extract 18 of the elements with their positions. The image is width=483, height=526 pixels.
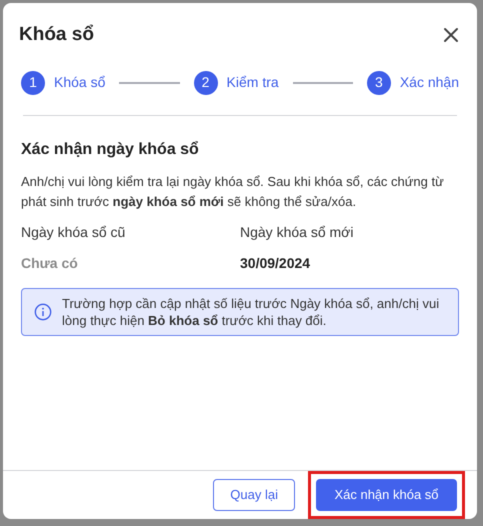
section-heading: Xác nhận ngày khóa sổ	[21, 140, 200, 160]
notice-text: Trường hợp cần cập nhật số liệu trước Ngày khóa sổ, anh/chị vui lòng thực hiện Bỏ khóa sổ trước khi thay đổi.	[62, 294, 440, 328]
step-number: 2	[194, 70, 218, 94]
dialog-title: Khóa sổ	[19, 23, 94, 47]
field-label: Ngày khóa sổ cũ	[21, 222, 126, 242]
step-label[interactable]: Xác nhận	[400, 72, 460, 93]
info-icon	[34, 302, 52, 320]
step-number: 1	[21, 70, 45, 94]
description: Anh/chị vui lòng kiểm tra lại ngày khóa sổ. Sau khi khóa sổ, các chứng từ phát sinh trước ngày khóa sổ mới sẽ không thể sửa/xóa.	[21, 172, 445, 211]
field-value: 30/09/2024	[240, 254, 312, 272]
step-label[interactable]: Kiểm tra	[226, 72, 279, 93]
back-button[interactable]: Quay lại	[213, 479, 295, 511]
field-label: Ngày khóa sổ mới	[240, 222, 354, 242]
field-value: Chưa có	[21, 254, 79, 272]
step-label[interactable]: Khóa sổ	[54, 72, 106, 93]
close-icon[interactable]	[443, 27, 459, 44]
confirm-button[interactable]: Xác nhận khóa sổ	[316, 479, 457, 511]
step-number: 3	[366, 70, 391, 94]
